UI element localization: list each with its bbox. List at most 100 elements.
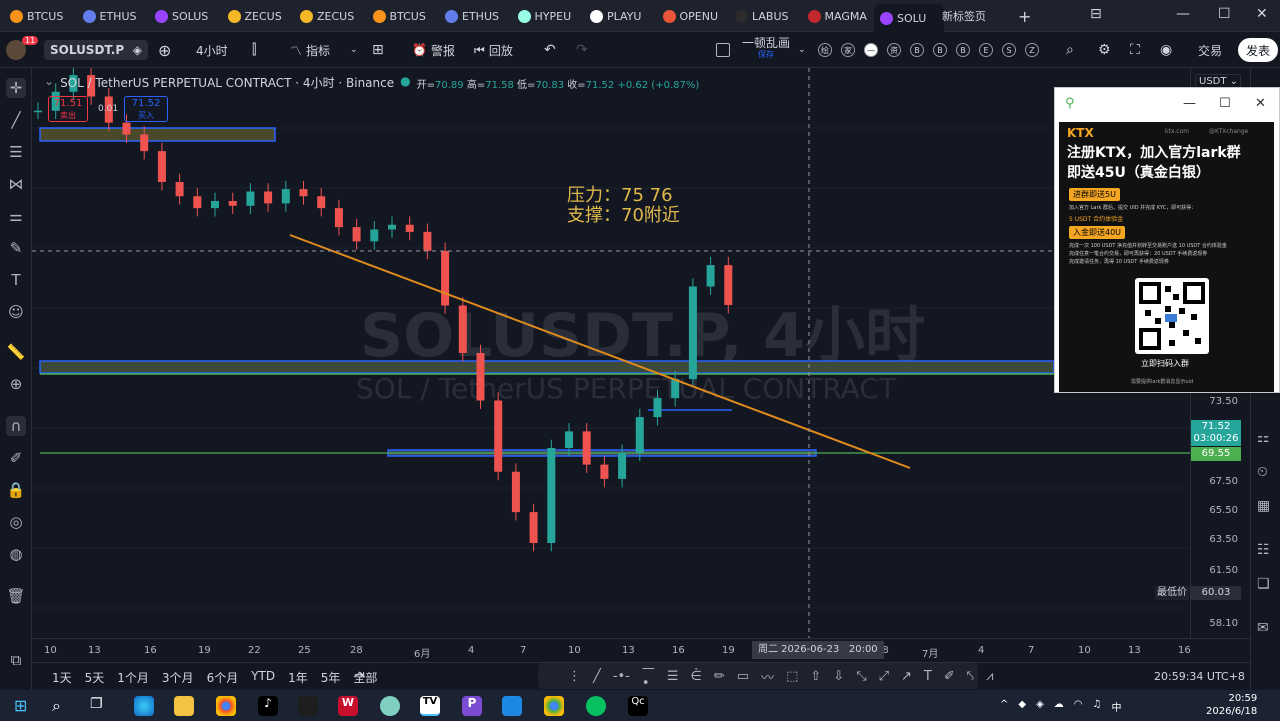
taskbar-search-icon[interactable]: ⌕ [52,696,72,716]
app-icon-2[interactable] [380,696,400,716]
app-icon[interactable] [298,696,318,716]
quick-tool-button[interactable]: 绘 [818,43,832,57]
browser-tab[interactable]: PLAYU [584,4,654,28]
chrome-icon-2[interactable] [544,696,564,716]
ruler-icon[interactable]: 📏 [6,342,26,362]
browser-tab[interactable]: BTCUS [4,4,74,28]
popup-maximize-icon[interactable]: ☐ [1219,96,1231,111]
alert-button[interactable]: ⏰ 警报 [412,40,455,60]
brush-icon[interactable]: ✎ [6,238,26,258]
pitchfork-icon[interactable]: ⋵ [691,669,702,684]
browser-tab[interactable]: OPENU [657,4,727,28]
lock-drawings-icon[interactable]: ✐ [6,448,26,468]
app-icon-3[interactable]: Qc [628,696,648,716]
highlighter-icon[interactable]: ✐ [944,669,955,684]
trend-line-icon[interactable]: ╱ [6,110,26,130]
quick-tool-button[interactable]: 家 [841,43,855,57]
sell-button[interactable]: 71.51 卖出 [48,96,88,122]
wechat-icon[interactable] [586,696,606,716]
browser-tab[interactable]: ZECUS [294,4,364,28]
tray-wifi-icon[interactable]: ◠ [1074,699,1083,714]
go-to-date-icon[interactable]: ⇥ [354,668,365,683]
emoji-icon[interactable]: ☺ [6,302,26,322]
tray-clock[interactable]: 20:59 2026/6/18 [1206,692,1257,718]
browser-app-icon[interactable] [502,696,522,716]
pin-icon[interactable]: ⚲ [1065,96,1075,111]
browser-tab[interactable]: ETHUS [439,4,509,28]
layout-name-button[interactable]: 一顿乱画 保存 [742,37,790,59]
browser-tab[interactable]: SOLUS [149,4,219,28]
range-button[interactable]: YTD [251,669,275,686]
undo-icon[interactable]: ↶ [544,40,556,60]
measure-icon[interactable]: ⤣ [967,669,974,684]
utc-clock[interactable]: 20:59:34 UTC+8 [1154,670,1245,683]
browser-tab[interactable]: HYPEU [512,4,582,28]
quick-tool-button[interactable]: B [910,43,924,57]
price-range-icon[interactable]: ⤢ [879,669,889,684]
range-button[interactable]: 1年 [288,669,308,686]
magnet-icon[interactable]: ∩ [6,416,26,436]
avatar[interactable]: 11 [6,36,39,60]
trash-icon[interactable]: 🗑 [6,586,26,606]
layout-checkbox[interactable] [716,43,730,57]
tray-app-icon[interactable]: ◆ [1018,699,1026,714]
range-button[interactable]: 6个月 [207,669,239,686]
legend-collapse-icon[interactable]: ⌄ [44,74,54,91]
minimize-icon[interactable]: — [1176,6,1190,22]
tiktok-icon[interactable]: ♪ [258,696,278,716]
projection-icon[interactable]: ⤡ [856,669,866,684]
quick-tool-button[interactable]: 资 [887,43,901,57]
settings-gear-icon[interactable]: ⚙ [1098,40,1111,60]
tab-search-icon[interactable]: ⊟ [1090,6,1102,22]
edge-icon[interactable] [134,696,154,716]
arrow-icon[interactable]: ↗ [901,669,912,684]
wps-icon[interactable]: W [338,696,358,716]
time-scale[interactable]: 101316192225286月4710131619287月47101316 周… [32,638,1250,662]
quick-tool-button[interactable]: B [933,43,947,57]
elliott-wave-icon[interactable]: ⩘ [986,669,993,684]
ad-content[interactable]: KTX ktx.com @KTXchange 注册KTX，加入官方lark群 即… [1059,122,1274,392]
rectangle-icon[interactable]: ⬚ [786,669,798,684]
tray-ime-icon[interactable]: 中 [1112,699,1122,714]
resistance-zone-top[interactable] [39,127,276,142]
data-window-icon[interactable]: ▦ [1257,498,1270,514]
indicators-dropdown-icon[interactable]: ⌄ [350,40,358,60]
resistance-note[interactable]: 压力：75 76 [567,185,673,206]
maximize-icon[interactable]: ☐ [1218,6,1231,22]
watchlist-icon[interactable]: ⚏ [1257,430,1270,446]
add-tab-button[interactable]: + [1012,4,1032,28]
arrow-down-icon[interactable]: ⇩ [833,669,844,684]
text-tool-icon[interactable]: T [6,270,26,290]
chat-icon[interactable]: ✉ [1257,620,1269,636]
horizontal-lines-icon[interactable]: ☰ [6,142,26,162]
layout-grid-icon[interactable]: ⊞ [372,40,384,60]
lock-icon[interactable]: 🔒 [6,480,26,500]
path-icon[interactable]: 〰 [761,667,774,686]
alerts-sidebar-icon[interactable]: ⏲ [1257,464,1268,480]
browser-tab[interactable]: BTCUS [367,4,437,28]
parallel-channel-icon[interactable]: ☰ [667,669,679,684]
interval-button[interactable]: 4小时 [196,40,228,60]
buy-button[interactable]: 71.52 买入 [124,96,168,122]
chrome-icon[interactable] [216,696,236,716]
fullscreen-icon[interactable]: ⛶ [1130,40,1140,60]
file-explorer-icon[interactable] [174,696,194,716]
globe-icon[interactable]: ◍ [6,544,26,564]
pencil-icon[interactable]: ✏ [714,669,725,684]
browser-tab[interactable]: ZECUS [222,4,292,28]
range-button[interactable]: 5天 [85,669,105,686]
popup-close-icon[interactable]: ✕ [1255,96,1266,111]
close-window-icon[interactable]: ✕ [1256,6,1268,22]
purple-app-icon[interactable]: P [462,696,482,716]
support-note[interactable]: 支撑：70附近 [567,205,680,226]
quick-tool-button[interactable]: E [979,43,993,57]
candle-type-icon[interactable]: ⫿ [252,40,256,60]
zoom-in-icon[interactable]: ⊕ [6,374,26,394]
quick-tool-button[interactable]: — [864,43,878,57]
eye-icon[interactable]: ◎ [6,512,26,532]
callout-icon[interactable]: ▭ [737,669,749,684]
tab-new-tab[interactable]: 新标签页 [938,4,1018,28]
popup-minimize-icon[interactable]: — [1183,96,1196,111]
camera-icon[interactable]: ◉ [1160,40,1172,60]
browser-tab[interactable]: MAGMA [802,4,872,28]
